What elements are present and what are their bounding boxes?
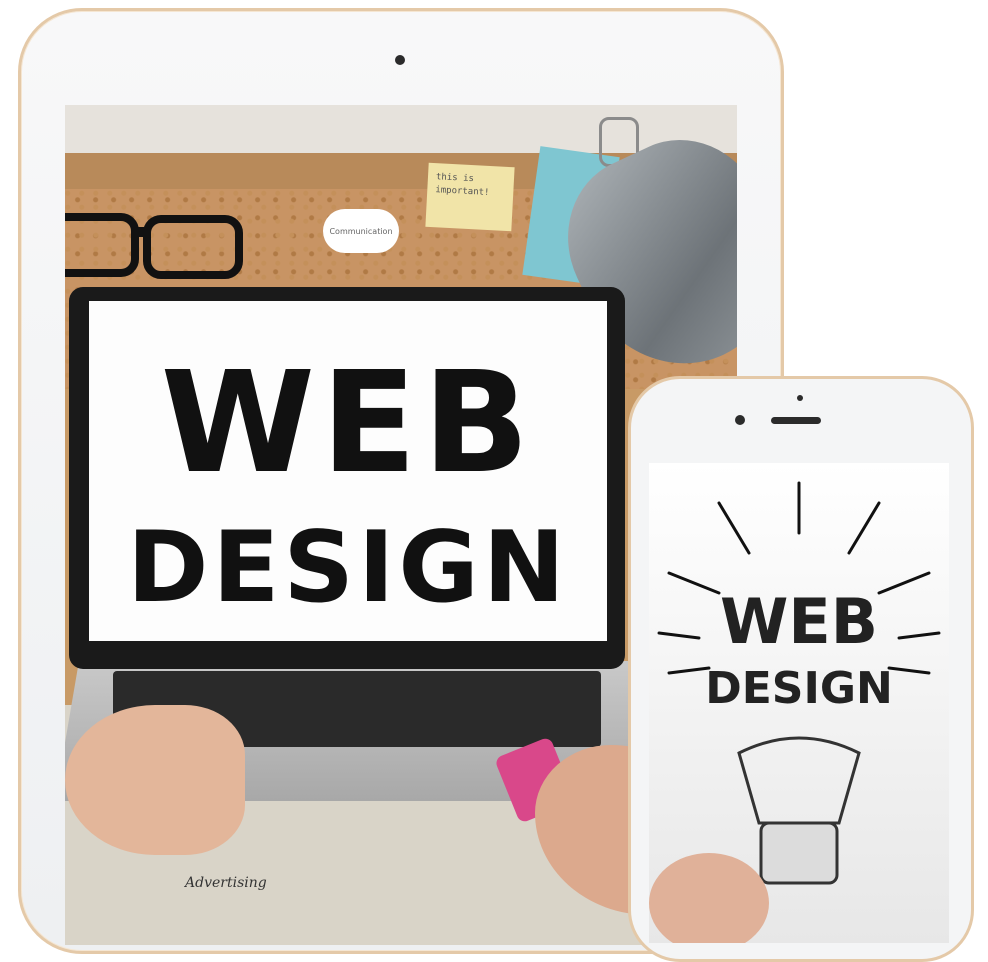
speech-bubble: Communication bbox=[323, 209, 399, 253]
left-hand bbox=[65, 705, 245, 855]
sticky-note: this is important! bbox=[425, 162, 515, 232]
web-design-lettering: WEB DESIGN bbox=[127, 342, 569, 625]
laptop-lid: WEB DESIGN bbox=[69, 287, 625, 669]
laptop-text-line1: WEB bbox=[161, 342, 536, 505]
laptop-display: WEB DESIGN bbox=[89, 301, 607, 641]
tablet-camera bbox=[395, 55, 405, 65]
phone-camera bbox=[735, 415, 745, 425]
phone-device: WEB DESIGN bbox=[628, 376, 974, 962]
bulb-text-line1: WEB bbox=[720, 585, 878, 658]
phone-speaker bbox=[771, 417, 821, 424]
holding-hand bbox=[649, 853, 769, 943]
laptop-text-line2: DESIGN bbox=[127, 511, 569, 625]
phone-screen: WEB DESIGN bbox=[649, 463, 949, 943]
paper-note: Advertising bbox=[185, 875, 267, 891]
phone-sensor bbox=[797, 395, 803, 401]
bulb-outline bbox=[737, 736, 861, 825]
lightbulb-sketch: WEB DESIGN bbox=[649, 481, 941, 943]
glasses-icon bbox=[65, 213, 243, 279]
bulb-text-line2: DESIGN bbox=[705, 663, 893, 714]
bulb-base bbox=[759, 821, 839, 885]
